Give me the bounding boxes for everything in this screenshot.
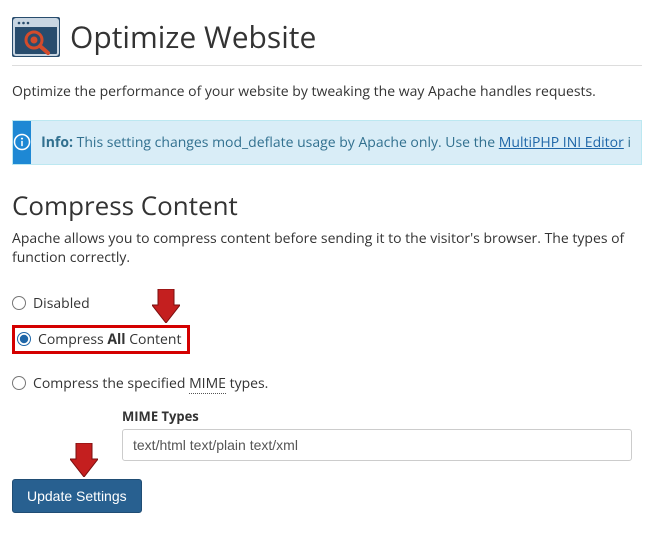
- radio-compress-mime[interactable]: [12, 376, 26, 390]
- option-compress-all-label: Compress All Content: [38, 330, 181, 349]
- compress-content-heading: Compress Content: [12, 187, 642, 223]
- page-header: Optimize Website: [12, 16, 642, 66]
- info-text-before: This setting changes mod_deflate usage b…: [73, 133, 499, 152]
- option-disabled[interactable]: Disabled: [12, 290, 90, 317]
- option-compress-mime[interactable]: Compress the specified MIME types.: [12, 370, 268, 397]
- info-text-after: i: [624, 133, 631, 152]
- info-callout: Info: This setting changes mod_deflate u…: [12, 120, 642, 165]
- option-compress-all[interactable]: Compress All Content: [12, 325, 190, 354]
- optimize-website-icon: [12, 17, 60, 57]
- info-icon: [13, 121, 31, 164]
- page-title: Optimize Website: [70, 16, 316, 57]
- info-callout-body: Info: This setting changes mod_deflate u…: [31, 121, 641, 164]
- mime-types-label: MIME Types: [122, 407, 642, 425]
- mime-types-block: MIME Types: [122, 407, 642, 461]
- option-disabled-label: Disabled: [33, 294, 90, 313]
- compress-options: Disabled Compress All Content Compress t…: [12, 290, 642, 461]
- intro-text: Optimize the performance of your website…: [12, 82, 642, 102]
- radio-disabled[interactable]: [12, 296, 26, 310]
- radio-compress-all[interactable]: [17, 332, 31, 346]
- compress-content-desc: Apache allows you to compress content be…: [12, 229, 642, 268]
- mime-types-input[interactable]: [122, 429, 632, 461]
- info-label: Info:: [41, 133, 73, 152]
- actions: Update Settings: [12, 479, 642, 525]
- update-settings-button[interactable]: Update Settings: [12, 479, 142, 513]
- multiphp-ini-editor-link[interactable]: MultiPHP INI Editor: [499, 133, 624, 152]
- option-compress-mime-label: Compress the specified MIME types.: [33, 374, 268, 393]
